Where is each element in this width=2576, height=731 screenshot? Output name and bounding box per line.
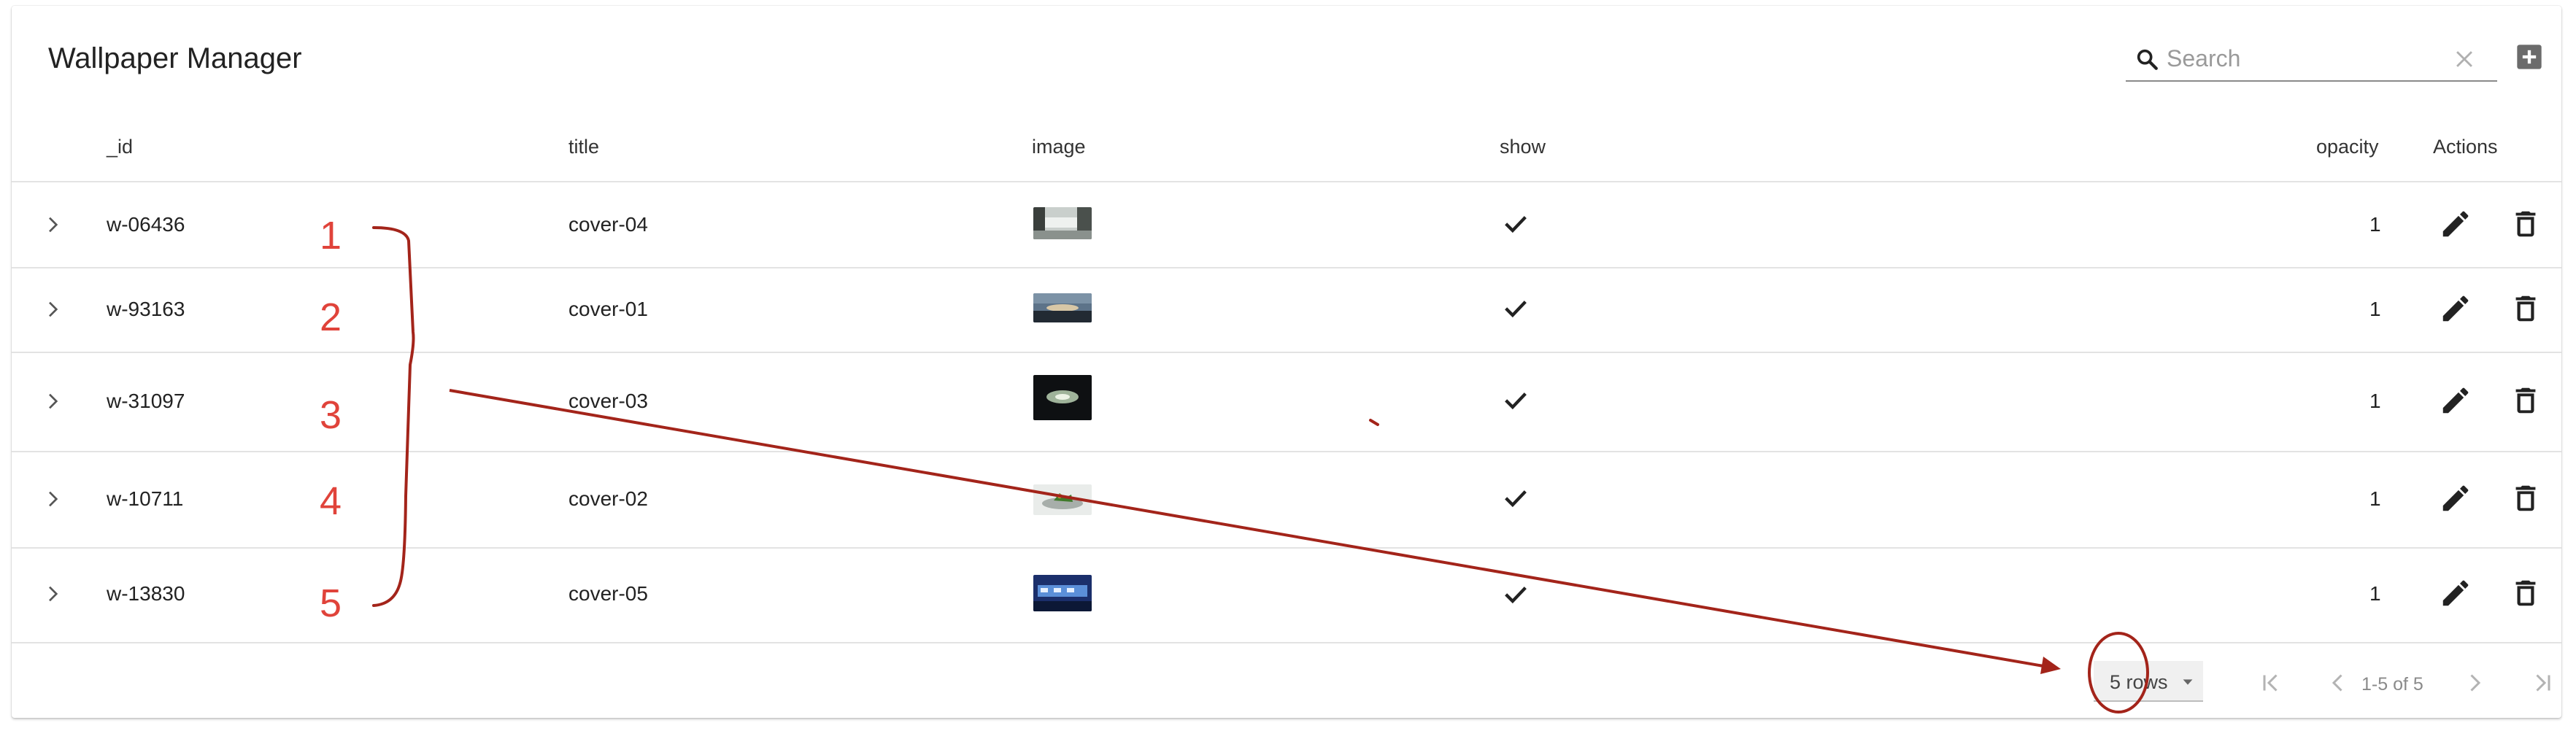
annotation-overlay — [372, 226, 2149, 713]
annotation-bracket — [372, 226, 415, 607]
annotation-stray-mark — [1369, 419, 1379, 426]
annotation-arrow-line — [449, 389, 2048, 668]
annotation-arrow-head — [2040, 657, 2061, 674]
annotation-circle — [2088, 632, 2149, 713]
